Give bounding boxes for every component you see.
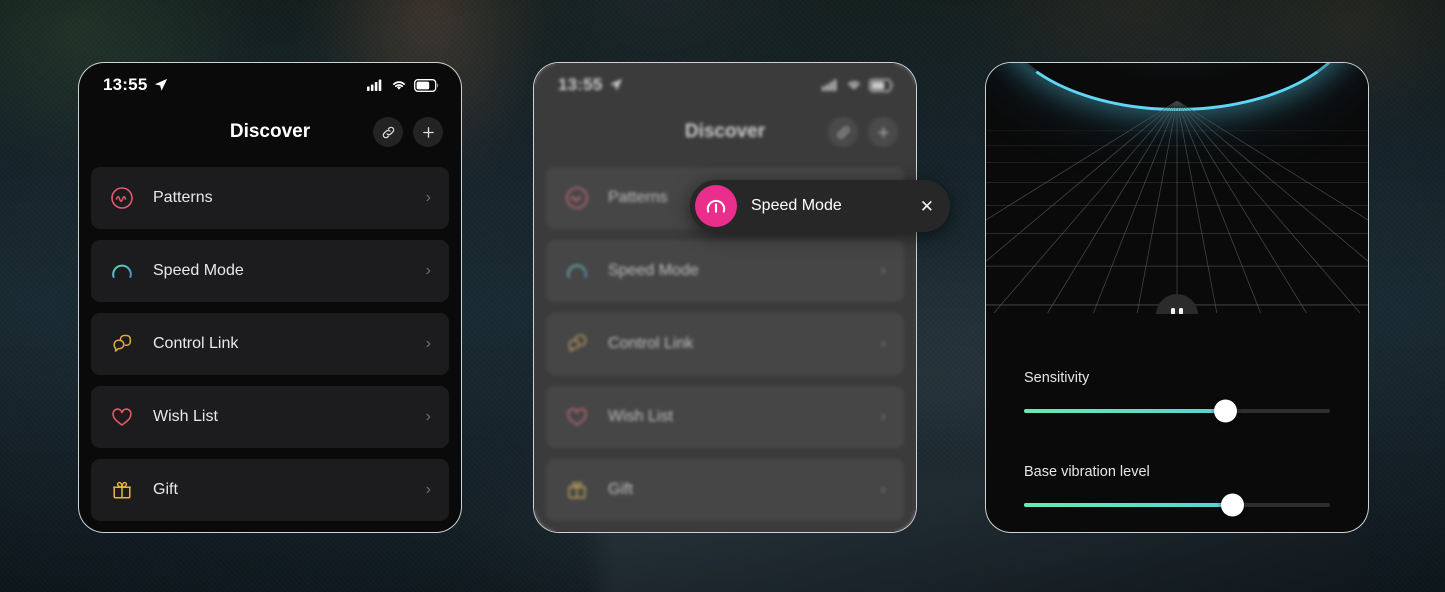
list-item-label: Wish List [153, 408, 218, 425]
list-item-label: Gift [608, 481, 633, 498]
chevron-right-icon: › [425, 408, 431, 425]
plus-icon [877, 126, 889, 138]
list-item-control-link[interactable]: Control Link › [546, 313, 904, 375]
list-item-gift[interactable]: Gift › [91, 459, 449, 521]
pause-icon-bar-right [1179, 307, 1183, 314]
speed-mode-toast[interactable]: Speed Mode ✕ [690, 180, 950, 232]
add-button[interactable] [413, 117, 443, 147]
gift-box-icon [109, 477, 135, 503]
list-item-gift[interactable]: Gift › [546, 459, 904, 521]
chat-bubbles-icon [564, 331, 590, 357]
sensitivity-slider[interactable] [1024, 399, 1330, 423]
add-button[interactable] [868, 117, 898, 147]
phone-screen-speed-mode: Sensitivity Base vibration level [985, 62, 1369, 533]
heart-icon [109, 404, 135, 430]
list-item-wish-list[interactable]: Wish List › [546, 386, 904, 448]
heart-icon [564, 404, 590, 430]
slider-thumb[interactable] [1220, 493, 1244, 517]
status-time: 13:55 [558, 75, 603, 94]
chevron-right-icon: › [425, 262, 431, 279]
link-icon [837, 126, 849, 138]
wave-circle-icon [564, 185, 590, 211]
list-item-speed-mode[interactable]: Speed Mode › [546, 240, 904, 302]
list-item-label: Speed Mode [153, 262, 244, 279]
chevron-right-icon: › [880, 262, 886, 279]
toast-label: Speed Mode [751, 197, 842, 214]
list-item-label: Patterns [153, 189, 213, 206]
wifi-icon [393, 81, 405, 90]
status-bar-left: 13:55 [103, 75, 168, 95]
chevron-right-icon: › [880, 408, 886, 425]
nav-header: Discover [534, 107, 916, 157]
list-item-patterns[interactable]: Patterns › [91, 167, 449, 229]
screenshot-root: 13:55 Discover Patterns › Speed Mode › C… [0, 0, 1445, 592]
link-icon [382, 126, 394, 138]
list-item-label: Wish List [608, 408, 673, 425]
status-bar-right [822, 78, 894, 92]
list-item-wish-list[interactable]: Wish List › [91, 386, 449, 448]
list-item-speed-mode[interactable]: Speed Mode › [91, 240, 449, 302]
sensitivity-label: Sensitivity [1024, 370, 1090, 386]
speedometer-icon [706, 199, 726, 213]
nav-header: Discover [79, 107, 461, 157]
location-arrow-icon [155, 78, 168, 91]
nav-actions [373, 117, 443, 147]
wave-circle-icon [109, 185, 135, 211]
battery-icon [869, 78, 894, 92]
battery-icon [414, 78, 439, 92]
list-item-label: Gift [153, 481, 178, 498]
slider-thumb[interactable] [1214, 399, 1238, 423]
phone-screen-discover: 13:55 Discover Patterns › Speed Mode › C… [78, 62, 462, 533]
location-arrow-icon [610, 78, 623, 91]
slider-controls: Sensitivity Base vibration level [986, 314, 1368, 517]
close-icon[interactable]: ✕ [920, 198, 934, 215]
chevron-right-icon: › [425, 335, 431, 352]
status-bar-right [367, 78, 439, 92]
speedometer-icon [109, 258, 135, 284]
perspective-grid [986, 101, 1368, 313]
page-title: Discover [229, 121, 311, 142]
base-vibration-slider[interactable] [1024, 493, 1330, 517]
status-time: 13:55 [103, 75, 148, 94]
pause-icon-bar-left [1171, 307, 1175, 314]
phone-screen-discover-dimmed: 13:55 Discover Patterns Speed Mode › Con… [533, 62, 917, 533]
slider-fill [1024, 409, 1226, 413]
status-bar: 13:55 [79, 63, 461, 107]
chevron-right-icon: › [425, 189, 431, 206]
chat-bubbles-icon [109, 331, 135, 357]
list-item-label: Speed Mode [608, 262, 699, 279]
status-bar: 13:55 [534, 63, 916, 107]
link-button[interactable] [373, 117, 403, 147]
status-bar-left: 13:55 [558, 75, 623, 95]
nav-actions [828, 117, 898, 147]
list-item-control-link[interactable]: Control Link › [91, 313, 449, 375]
cellular-signal-icon [367, 79, 382, 91]
slider-fill [1024, 503, 1233, 507]
chevron-right-icon: › [425, 481, 431, 498]
plus-icon [422, 126, 434, 138]
link-button[interactable] [828, 117, 858, 147]
list-item-label: Control Link [608, 335, 694, 352]
page-title: Discover [684, 121, 766, 142]
list-item-label: Control Link [153, 335, 239, 352]
visualizer [986, 63, 1368, 314]
cellular-signal-icon [822, 79, 837, 91]
gift-box-icon [564, 477, 590, 503]
toast-icon-badge [695, 185, 737, 227]
chevron-right-icon: › [880, 335, 886, 352]
speedometer-icon [564, 258, 590, 284]
wifi-icon [848, 81, 860, 90]
base-vibration-level-label: Base vibration level [1024, 464, 1150, 480]
chevron-right-icon: › [880, 481, 886, 498]
discover-list: Patterns › Sp [79, 157, 461, 521]
